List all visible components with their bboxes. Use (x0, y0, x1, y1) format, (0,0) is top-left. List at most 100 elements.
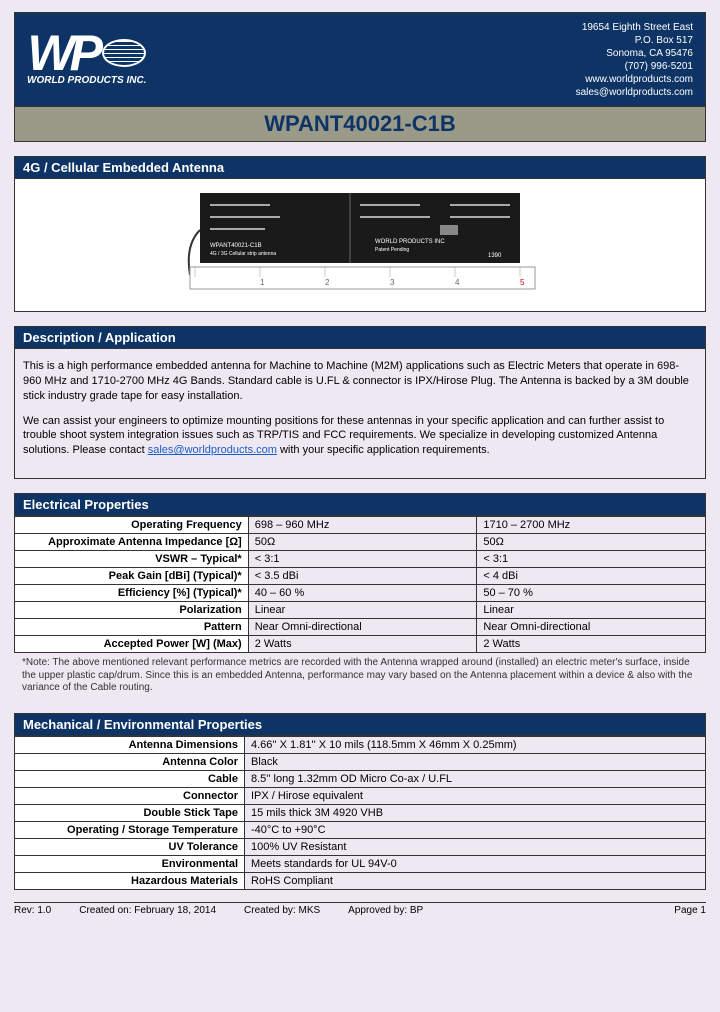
table-row: Efficiency [%] (Typical)*40 – 60 %50 – 7… (15, 585, 706, 602)
header-banner: WP WORLD PRODUCTS INC. 19654 Eighth Stre… (14, 12, 706, 107)
row-label: Antenna Color (15, 753, 245, 770)
svg-text:1390: 1390 (488, 253, 502, 259)
row-value: < 3:1 (477, 551, 706, 568)
row-label: Operating Frequency (15, 517, 249, 534)
row-value: 50 – 70 % (477, 585, 706, 602)
row-label: Accepted Power [W] (Max) (15, 636, 249, 653)
row-value: < 3.5 dBi (248, 568, 477, 585)
table-row: Cable8.5'' long 1.32mm OD Micro Co-ax / … (15, 770, 706, 787)
row-value: 8.5'' long 1.32mm OD Micro Co-ax / U.FL (245, 770, 706, 787)
footer-approved: Approved by: BP (348, 905, 423, 916)
row-value: 40 – 60 % (248, 585, 477, 602)
svg-text:2: 2 (325, 278, 330, 287)
desc-p2: We can assist your engineers to optimize… (23, 414, 697, 459)
row-value: Meets standards for UL 94V-0 (245, 855, 706, 872)
desc-p1: This is a high performance embedded ante… (23, 359, 697, 404)
row-label: VSWR – Typical* (15, 551, 249, 568)
table-row: Operating / Storage Temperature-40°C to … (15, 821, 706, 838)
footer-by: Created by: MKS (244, 905, 320, 916)
row-value: Near Omni-directional (477, 619, 706, 636)
part-number-title: WPANT40021-C1B (14, 107, 706, 142)
row-value: 50Ω (477, 534, 706, 551)
row-label: Approximate Antenna Impedance [Ω] (15, 534, 249, 551)
row-value: 50Ω (248, 534, 477, 551)
row-value: < 4 dBi (477, 568, 706, 585)
footer-created: Created on: February 18, 2014 (79, 905, 216, 916)
row-value: 2 Watts (248, 636, 477, 653)
description-head: Description / Application (14, 326, 706, 349)
electrical-table: Operating Frequency698 – 960 MHz1710 – 2… (14, 516, 706, 653)
company-name: WORLD PRODUCTS INC. (27, 75, 146, 86)
row-value: Linear (477, 602, 706, 619)
svg-text:3: 3 (390, 278, 395, 287)
table-row: PolarizationLinearLinear (15, 602, 706, 619)
row-label: Antenna Dimensions (15, 736, 245, 753)
svg-text:WORLD PRODUCTS INC: WORLD PRODUCTS INC (375, 239, 445, 245)
row-label: Environmental (15, 855, 245, 872)
electrical-note: *Note: The above mentioned relevant perf… (14, 653, 706, 699)
footer-page: Page 1 (674, 905, 706, 916)
addr-line: Sonoma, CA 95476 (576, 47, 693, 60)
table-row: Accepted Power [W] (Max)2 Watts2 Watts (15, 636, 706, 653)
row-label: Cable (15, 770, 245, 787)
mechanical-table: Antenna Dimensions4.66'' X 1.81'' X 10 m… (14, 736, 706, 890)
row-label: Hazardous Materials (15, 872, 245, 889)
logo: WP WORLD PRODUCTS INC. (27, 33, 146, 86)
row-value: Near Omni-directional (248, 619, 477, 636)
website: www.worldproducts.com (576, 73, 693, 86)
addr-line: P.O. Box 517 (576, 34, 693, 47)
table-row: Peak Gain [dBi] (Typical)*< 3.5 dBi< 4 d… (15, 568, 706, 585)
table-row: PatternNear Omni-directionalNear Omni-di… (15, 619, 706, 636)
row-label: Double Stick Tape (15, 804, 245, 821)
contact-email-link[interactable]: sales@worldproducts.com (148, 444, 277, 456)
table-row: Antenna Dimensions4.66'' X 1.81'' X 10 m… (15, 736, 706, 753)
mechanical-head: Mechanical / Environmental Properties (14, 713, 706, 736)
footer: Rev: 1.0 Created on: February 18, 2014 C… (14, 902, 706, 916)
product-image-box: WPANT40021-C1B 4G / 3G Cellular strip an… (14, 179, 706, 312)
description-box: This is a high performance embedded ante… (14, 349, 706, 479)
row-label: Pattern (15, 619, 249, 636)
table-row: Hazardous MaterialsRoHS Compliant (15, 872, 706, 889)
svg-text:1: 1 (260, 278, 265, 287)
logo-letters: WP (27, 33, 98, 73)
table-row: Double Stick Tape15 mils thick 3M 4920 V… (15, 804, 706, 821)
table-row: Operating Frequency698 – 960 MHz1710 – 2… (15, 517, 706, 534)
row-label: UV Tolerance (15, 838, 245, 855)
row-value: < 3:1 (248, 551, 477, 568)
row-label: Polarization (15, 602, 249, 619)
row-value: -40°C to +90°C (245, 821, 706, 838)
table-row: Approximate Antenna Impedance [Ω]50Ω50Ω (15, 534, 706, 551)
svg-text:5: 5 (520, 278, 525, 287)
subtitle-bar: 4G / Cellular Embedded Antenna (14, 156, 706, 179)
email: sales@worldproducts.com (576, 86, 693, 99)
table-row: VSWR – Typical*< 3:1< 3:1 (15, 551, 706, 568)
table-row: EnvironmentalMeets standards for UL 94V-… (15, 855, 706, 872)
row-value: 2 Watts (477, 636, 706, 653)
row-value: RoHS Compliant (245, 872, 706, 889)
row-label: Peak Gain [dBi] (Typical)* (15, 568, 249, 585)
svg-text:4: 4 (455, 278, 460, 287)
row-value: IPX / Hirose equivalent (245, 787, 706, 804)
electrical-head: Electrical Properties (14, 493, 706, 516)
row-value: Linear (248, 602, 477, 619)
row-value: 1710 – 2700 MHz (477, 517, 706, 534)
row-value: 100% UV Resistant (245, 838, 706, 855)
row-label: Connector (15, 787, 245, 804)
phone: (707) 996-5201 (576, 60, 693, 73)
row-value: 15 mils thick 3M 4920 VHB (245, 804, 706, 821)
row-label: Efficiency [%] (Typical)* (15, 585, 249, 602)
row-value: Black (245, 753, 706, 770)
addr-line: 19654 Eighth Street East (576, 21, 693, 34)
row-label: Operating / Storage Temperature (15, 821, 245, 838)
contact-info: 19654 Eighth Street East P.O. Box 517 So… (576, 21, 693, 99)
antenna-image: WPANT40021-C1B 4G / 3G Cellular strip an… (180, 185, 540, 305)
row-value: 698 – 960 MHz (248, 517, 477, 534)
table-row: UV Tolerance100% UV Resistant (15, 838, 706, 855)
svg-text:Patent Pending: Patent Pending (375, 247, 409, 253)
table-row: ConnectorIPX / Hirose equivalent (15, 787, 706, 804)
table-row: Antenna ColorBlack (15, 753, 706, 770)
row-value: 4.66'' X 1.81'' X 10 mils (118.5mm X 46m… (245, 736, 706, 753)
svg-text:4G / 3G Cellular strip antenna: 4G / 3G Cellular strip antenna (210, 251, 276, 257)
globe-icon (102, 39, 146, 67)
footer-rev: Rev: 1.0 (14, 905, 51, 916)
